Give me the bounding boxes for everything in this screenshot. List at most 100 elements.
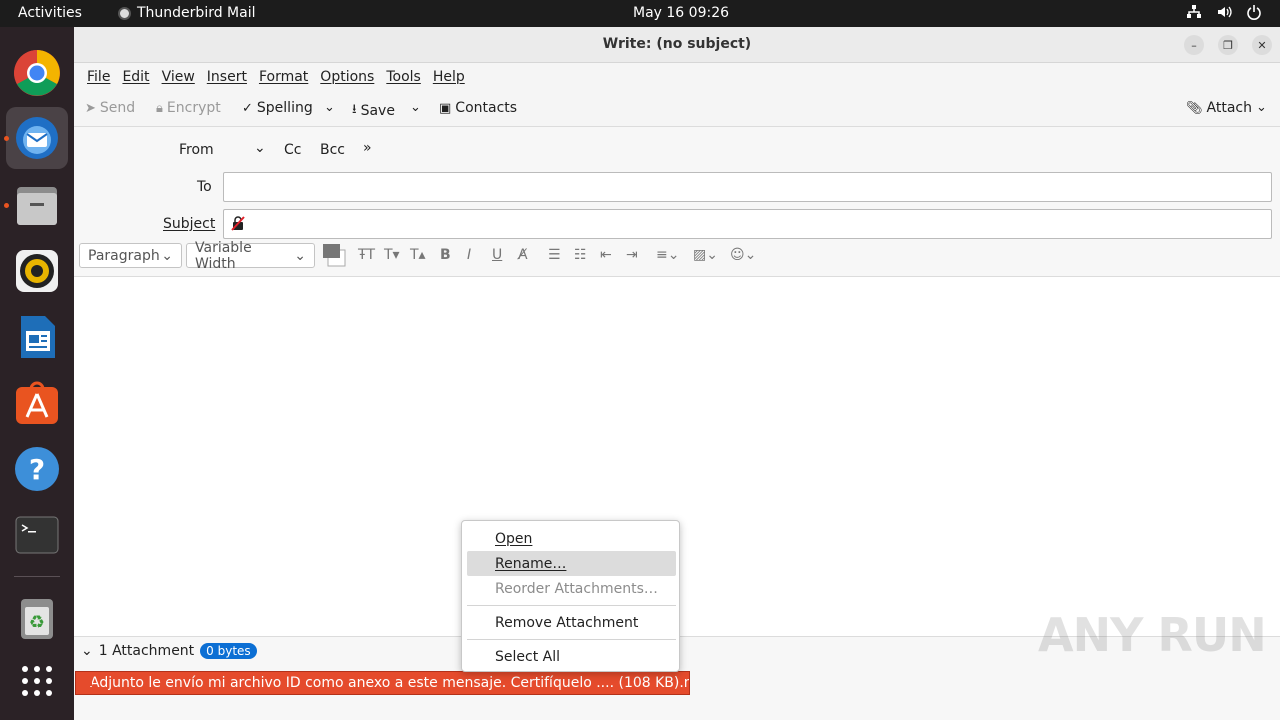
lock-icon: 🔒︎ — [156, 100, 163, 116]
network-icon[interactable] — [1186, 4, 1202, 24]
app-name: Thunderbird Mail — [137, 5, 256, 21]
from-label: From — [179, 142, 214, 158]
font-larger-icon[interactable]: T▴ — [410, 247, 426, 263]
attachment-context-menu: Open Rename… Reorder Attachments… Remove… — [461, 520, 680, 672]
spelling-label: Spelling — [256, 100, 313, 116]
save-label: Save — [360, 103, 395, 119]
menu-select-all[interactable]: Select All — [467, 644, 676, 669]
emoji-icon[interactable]: ☺⌄ — [730, 247, 756, 263]
paperclip-icon: 📎︎ — [1186, 100, 1203, 116]
volume-icon[interactable] — [1216, 4, 1232, 24]
bullet-list-icon[interactable]: ☰ — [548, 247, 561, 263]
attach-dropdown[interactable]: ⌄ — [1256, 100, 1267, 115]
attachment-size-badge: 0 bytes — [200, 643, 257, 659]
bcc-button[interactable]: Bcc — [320, 142, 345, 158]
help-icon[interactable]: ? — [13, 445, 61, 493]
indent-icon[interactable]: ⇥ — [626, 247, 638, 263]
paragraph-format-select[interactable]: Paragraph ⌄ — [79, 243, 182, 268]
send-icon: ➤ — [85, 100, 96, 116]
power-icon[interactable] — [1246, 4, 1262, 24]
menu-reorder-attachments[interactable]: Reorder Attachments… — [467, 576, 676, 601]
menu-rename[interactable]: Rename… — [467, 551, 676, 576]
terminal-icon[interactable] — [13, 511, 61, 559]
menu-select-all-label: Select All — [495, 648, 560, 665]
cc-button[interactable]: Cc — [284, 142, 301, 158]
outdent-icon[interactable]: ⇤ — [600, 247, 612, 263]
thunderbird-dock-icon[interactable] — [6, 107, 68, 169]
menu-remove-attachment[interactable]: Remove Attachment — [467, 610, 676, 635]
title-bar[interactable]: Write: (no subject) – ❐ ✕ — [74, 27, 1280, 63]
send-label: Send — [99, 100, 136, 116]
send-button[interactable]: ➤ Send — [85, 100, 135, 116]
clock[interactable]: May 16 09:26 — [633, 5, 729, 21]
menu-options[interactable]: Options — [314, 69, 380, 85]
subject-label: Subject — [163, 216, 216, 232]
from-dropdown[interactable]: ⌄ — [254, 140, 266, 156]
to-label: To — [197, 179, 212, 195]
dock: ? ♻ — [0, 27, 74, 720]
chevron-down-icon: ⌄ — [1256, 100, 1267, 115]
dock-separator — [14, 576, 60, 577]
menu-separator — [467, 605, 676, 606]
attachment-header[interactable]: ⌄ 1 Attachment 0 bytes — [81, 643, 257, 659]
menu-view[interactable]: View — [156, 69, 201, 85]
menu-open[interactable]: Open — [467, 526, 676, 551]
menu-format[interactable]: Format — [253, 69, 314, 85]
compose-toolbar: ➤ Send 🔒︎ Encrypt ✓ Spelling ⌄ ⭳ Save ⌄ … — [74, 91, 1280, 127]
address-book-icon: ▣ — [439, 100, 452, 116]
numbered-list-icon[interactable]: ☷ — [574, 247, 587, 263]
attachment-item[interactable]: Adjunto le envío mi archivo ID como anex… — [75, 671, 690, 695]
subject-field[interactable] — [223, 209, 1272, 239]
text-style-icon[interactable]: A̸ — [518, 247, 528, 263]
font-select[interactable]: Variable Width ⌄ — [186, 240, 315, 272]
align-icon[interactable]: ≡⌄ — [656, 247, 679, 263]
font-size-reset-icon[interactable]: ŦT — [358, 247, 375, 263]
top-bar: Activities Thunderbird Mail May 16 09:26 — [0, 0, 1280, 27]
encrypt-button[interactable]: 🔒︎ Encrypt — [156, 100, 221, 116]
underline-icon[interactable]: U — [492, 247, 502, 263]
save-dropdown[interactable]: ⌄ — [410, 100, 421, 115]
attach-button[interactable]: 📎︎ Attach — [1186, 100, 1252, 116]
font-smaller-icon[interactable]: T▾ — [384, 247, 400, 263]
menu-tools[interactable]: Tools — [380, 69, 427, 85]
text-color-icon[interactable] — [323, 244, 347, 272]
bold-icon[interactable]: B — [440, 247, 451, 263]
to-field[interactable] — [223, 172, 1272, 202]
chevron-down-icon: ⌄ — [81, 643, 93, 659]
spelling-button[interactable]: ✓ Spelling — [242, 100, 313, 116]
menu-insert[interactable]: Insert — [201, 69, 253, 85]
italic-icon[interactable]: I — [467, 247, 471, 263]
spelling-dropdown[interactable]: ⌄ — [324, 100, 335, 115]
insert-image-icon[interactable]: ▨⌄ — [693, 247, 718, 263]
app-center-icon[interactable] — [13, 379, 61, 427]
maximize-button[interactable]: ❐ — [1218, 35, 1238, 55]
thunderbird-icon — [118, 6, 131, 20]
encrypt-label: Encrypt — [166, 100, 221, 116]
message-headers: From ⌄ Cc Bcc » To Subject — [74, 127, 1280, 239]
spelling-icon: ✓ — [242, 100, 253, 116]
app-menu[interactable]: Thunderbird Mail — [118, 5, 256, 21]
minimize-button[interactable]: – — [1184, 35, 1204, 55]
menu-file[interactable]: File — [81, 69, 116, 85]
menu-help[interactable]: Help — [427, 69, 471, 85]
no-encryption-icon — [230, 215, 246, 235]
chrome-icon[interactable] — [13, 49, 61, 97]
download-icon: ⭳ — [352, 102, 357, 117]
menu-edit[interactable]: Edit — [116, 69, 155, 85]
chevron-down-icon: ⌄ — [410, 100, 421, 115]
system-tray[interactable] — [1186, 4, 1262, 24]
rhythmbox-icon[interactable] — [13, 247, 61, 295]
activities-button[interactable]: Activities — [18, 5, 82, 21]
files-icon[interactable] — [13, 181, 61, 229]
trash-icon[interactable]: ♻ — [13, 595, 61, 643]
chevron-down-icon: ⌄ — [294, 247, 306, 264]
chevron-down-icon: ⌄ — [161, 247, 173, 264]
save-button[interactable]: ⭳ Save — [352, 100, 395, 122]
close-button[interactable]: ✕ — [1252, 35, 1272, 55]
menu-bar: File Edit View Insert Format Options Too… — [74, 63, 1280, 91]
libreoffice-writer-icon[interactable] — [13, 313, 61, 361]
show-apps-icon[interactable] — [13, 657, 61, 705]
attachment-filename: Adjunto le envío mi archivo ID como anex… — [90, 675, 690, 691]
contacts-button[interactable]: ▣ Contacts — [439, 100, 517, 116]
more-recipients-icon[interactable]: » — [363, 140, 372, 156]
